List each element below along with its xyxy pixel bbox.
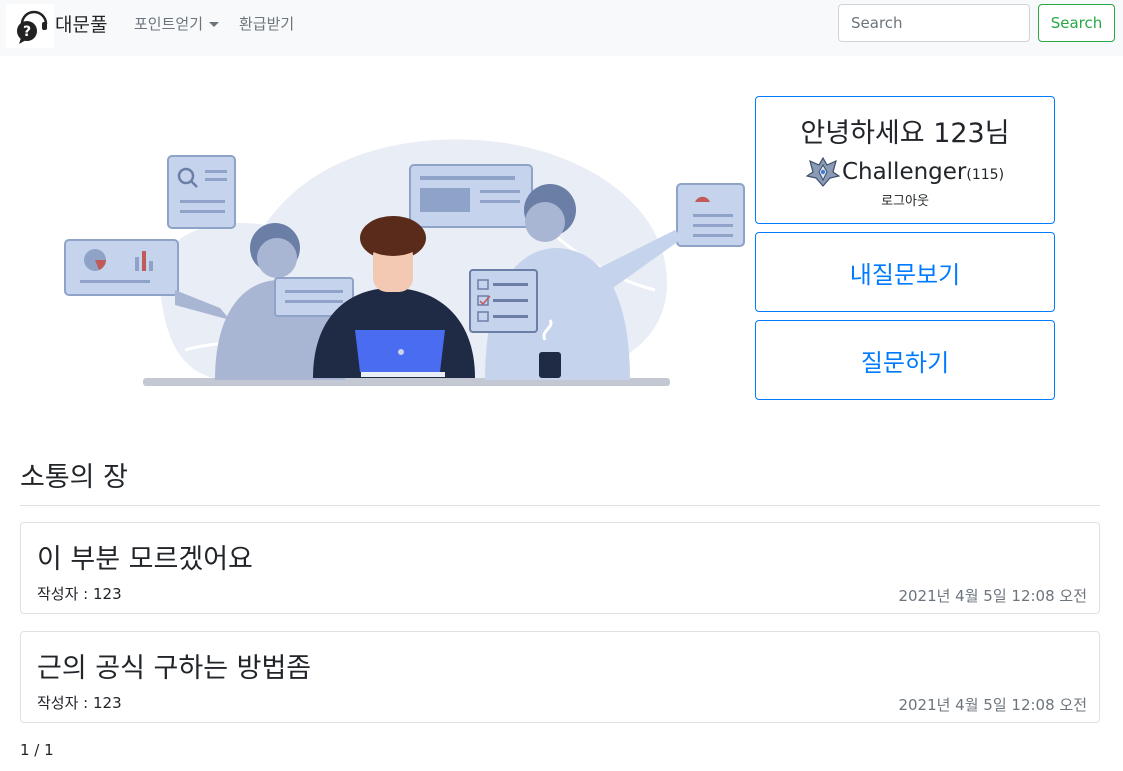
nav-refund-link[interactable]: 환급받기 <box>239 13 294 34</box>
post-date: 2021년 4월 5일 12:08 오전 <box>898 587 1087 605</box>
challenger-crest-icon <box>805 156 841 188</box>
search-input[interactable] <box>838 4 1030 42</box>
post-date: 2021년 4월 5일 12:08 오전 <box>898 696 1087 714</box>
board-title: 소통의 장 <box>20 462 128 493</box>
caret-down-icon <box>209 22 220 27</box>
rank-line: Challenger (115) <box>756 156 1054 188</box>
hero-illustration <box>55 130 755 395</box>
nav-points-label: 포인트얻기 <box>134 15 204 33</box>
logout-link[interactable]: 로그아웃 <box>756 190 1054 209</box>
svg-text:?: ? <box>23 24 31 40</box>
brand-logo-icon[interactable]: ? <box>6 4 54 48</box>
search-button[interactable]: Search <box>1038 4 1115 42</box>
profile-panel: 안녕하세요 123님 Challenger (115) 로그아웃 <box>755 96 1055 224</box>
post-author: 작성자 : 123 <box>37 694 122 712</box>
brand-name[interactable]: 대문풀 <box>55 10 107 37</box>
post-card[interactable]: 이 부분 모르겠어요 작성자 : 123 2021년 4월 5일 12:08 오… <box>20 522 1100 614</box>
rank-name: Challenger <box>841 159 967 185</box>
greeting-text: 안녕하세요 123님 <box>800 118 1010 149</box>
board-divider <box>20 505 1100 506</box>
top-navbar: ? 대문풀 포인트얻기 환급받기 Search <box>0 0 1123 56</box>
post-title[interactable]: 근의 공식 구하는 방법좀 <box>37 646 311 685</box>
post-card[interactable]: 근의 공식 구하는 방법좀 작성자 : 123 2021년 4월 5일 12:0… <box>20 631 1100 723</box>
post-title[interactable]: 이 부분 모르겠어요 <box>37 537 253 576</box>
post-author: 작성자 : 123 <box>37 585 122 603</box>
rank-score: (115) <box>966 167 1005 183</box>
ask-question-button[interactable]: 질문하기 <box>755 320 1055 400</box>
nav-points-dropdown[interactable]: 포인트얻기 <box>134 13 220 34</box>
pagination-indicator: 1 / 1 <box>20 741 54 759</box>
my-questions-button[interactable]: 내질문보기 <box>755 232 1055 312</box>
